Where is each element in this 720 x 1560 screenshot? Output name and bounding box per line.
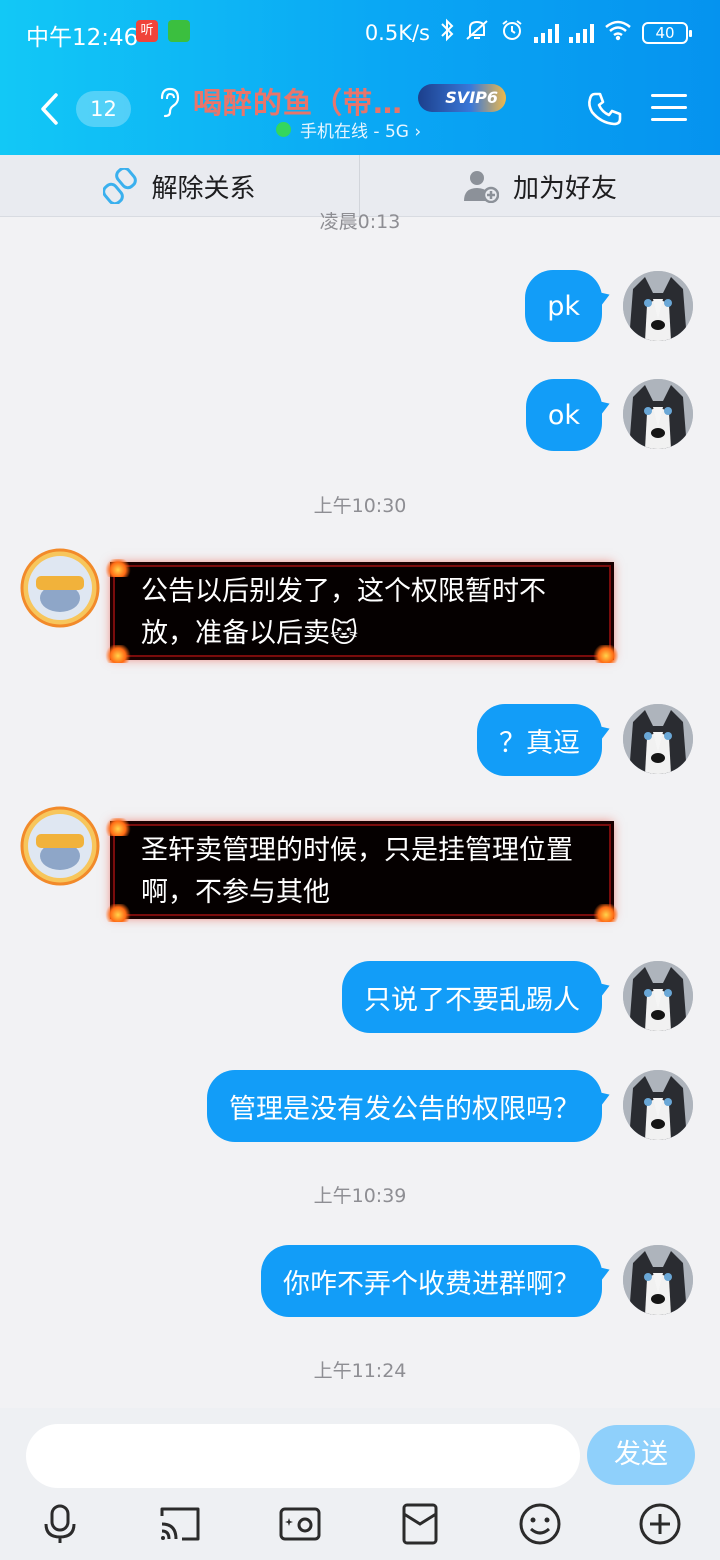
bird-avatar-image bbox=[20, 548, 100, 628]
self-avatar[interactable] bbox=[623, 379, 693, 449]
online-status[interactable]: 手机在线 - 5G › bbox=[300, 117, 421, 142]
red-packet-icon[interactable] bbox=[398, 1502, 442, 1546]
signal-icon bbox=[534, 23, 559, 43]
add-friend-label: 加为好友 bbox=[512, 173, 617, 204]
message-timestamp: 上午10:39 bbox=[313, 1185, 407, 1207]
bird-avatar-image bbox=[20, 806, 100, 886]
self-avatar[interactable] bbox=[623, 271, 693, 341]
photo-icon[interactable] bbox=[278, 1502, 322, 1546]
contact-avatar[interactable] bbox=[20, 806, 100, 886]
wechat-notification-icon bbox=[168, 20, 190, 42]
phone-call-icon[interactable] bbox=[586, 90, 624, 128]
status-time: 中午12:46 bbox=[26, 25, 139, 51]
message-text: 只说了不要乱踢人 bbox=[364, 984, 580, 1016]
message-timestamp: 凌晨0:13 bbox=[319, 211, 401, 233]
emoji-icon[interactable] bbox=[518, 1502, 562, 1546]
message-text: pk bbox=[547, 290, 580, 322]
ear-icon bbox=[160, 87, 180, 118]
message-text: ？真逗 bbox=[499, 727, 580, 759]
message-composer: 发送 bbox=[0, 1408, 720, 1560]
self-avatar[interactable] bbox=[623, 1070, 693, 1140]
husky-avatar-image bbox=[623, 1070, 693, 1140]
message-bubble-outgoing[interactable]: 管理是没有发公告的权限吗？ bbox=[207, 1070, 602, 1142]
message-timestamp: 上午10:30 bbox=[313, 495, 407, 517]
message-bubble-outgoing[interactable]: ？真逗 bbox=[477, 704, 602, 776]
self-avatar[interactable] bbox=[623, 704, 693, 774]
message-timestamp: 上午11:24 bbox=[313, 1360, 407, 1382]
contact-avatar[interactable] bbox=[20, 548, 100, 628]
bluetooth-icon bbox=[440, 18, 454, 47]
status-indicators: 0.5K/s 40 bbox=[364, 18, 692, 47]
message-bubble-outgoing[interactable]: ok bbox=[525, 379, 602, 451]
signal-icon-2 bbox=[569, 23, 594, 43]
status-bar: 中午12:46 听 0.5K/s 40 bbox=[0, 0, 720, 64]
message-bubble-incoming[interactable]: 圣轩卖管理的时候，只是挂管理位置啊，不参与其他 bbox=[105, 818, 619, 922]
husky-avatar-image bbox=[623, 271, 693, 341]
alarm-icon bbox=[500, 18, 524, 47]
unread-count-badge[interactable]: 12 bbox=[76, 91, 131, 127]
send-button[interactable]: 发送 bbox=[587, 1425, 695, 1485]
self-avatar[interactable] bbox=[623, 961, 693, 1031]
add-friend-icon bbox=[463, 171, 499, 203]
plus-icon[interactable] bbox=[638, 1502, 682, 1546]
self-avatar[interactable] bbox=[623, 1245, 693, 1315]
message-bubble-incoming[interactable]: 公告以后别发了，这个权限暂时不放，准备以后卖🐱 bbox=[105, 559, 619, 663]
husky-avatar-image bbox=[623, 379, 693, 449]
flame-decoration bbox=[105, 818, 131, 836]
flame-decoration bbox=[105, 559, 131, 577]
flame-decoration bbox=[105, 904, 131, 922]
unlink-label: 解除关系 bbox=[151, 173, 256, 204]
message-bubble-outgoing[interactable]: pk bbox=[525, 270, 602, 342]
battery-icon: 40 bbox=[642, 21, 692, 44]
flame-decoration bbox=[105, 645, 131, 663]
listen-app-icon: 听 bbox=[136, 20, 158, 42]
husky-avatar-image bbox=[623, 1245, 693, 1315]
flame-decoration bbox=[593, 645, 619, 663]
message-text: 公告以后别发了，这个权限暂时不放，准备以后卖🐱 bbox=[141, 576, 546, 649]
message-bubble-outgoing[interactable]: 你咋不弄个收费进群啊？ bbox=[261, 1245, 602, 1317]
message-text: 圣轩卖管理的时候，只是挂管理位置啊，不参与其他 bbox=[141, 835, 573, 908]
microphone-icon[interactable] bbox=[38, 1502, 82, 1546]
online-status-dot bbox=[276, 122, 291, 137]
message-input[interactable] bbox=[26, 1424, 580, 1488]
back-arrow-icon[interactable] bbox=[38, 92, 62, 126]
network-speed: 0.5K/s bbox=[364, 20, 430, 45]
mute-icon bbox=[464, 18, 490, 47]
message-bubble-outgoing[interactable]: 只说了不要乱踢人 bbox=[342, 961, 602, 1033]
message-text: 你咋不弄个收费进群啊？ bbox=[283, 1268, 580, 1300]
svip-badge: SVIP6 bbox=[418, 84, 506, 112]
husky-avatar-image bbox=[623, 961, 693, 1031]
message-text: ok bbox=[547, 399, 580, 431]
chat-header: 中午12:46 听 0.5K/s 40 12 喝醉的鱼（带… SVIP6 手机在… bbox=[0, 0, 720, 155]
screen-cast-icon[interactable] bbox=[158, 1502, 202, 1546]
wifi-icon bbox=[604, 19, 632, 46]
unlink-chain-icon bbox=[103, 168, 138, 204]
husky-avatar-image bbox=[623, 704, 693, 774]
flame-decoration bbox=[593, 904, 619, 922]
chat-title[interactable]: 喝醉的鱼（带… bbox=[193, 80, 403, 122]
message-text: 管理是没有发公告的权限吗？ bbox=[229, 1093, 580, 1125]
menu-icon[interactable] bbox=[651, 94, 687, 122]
